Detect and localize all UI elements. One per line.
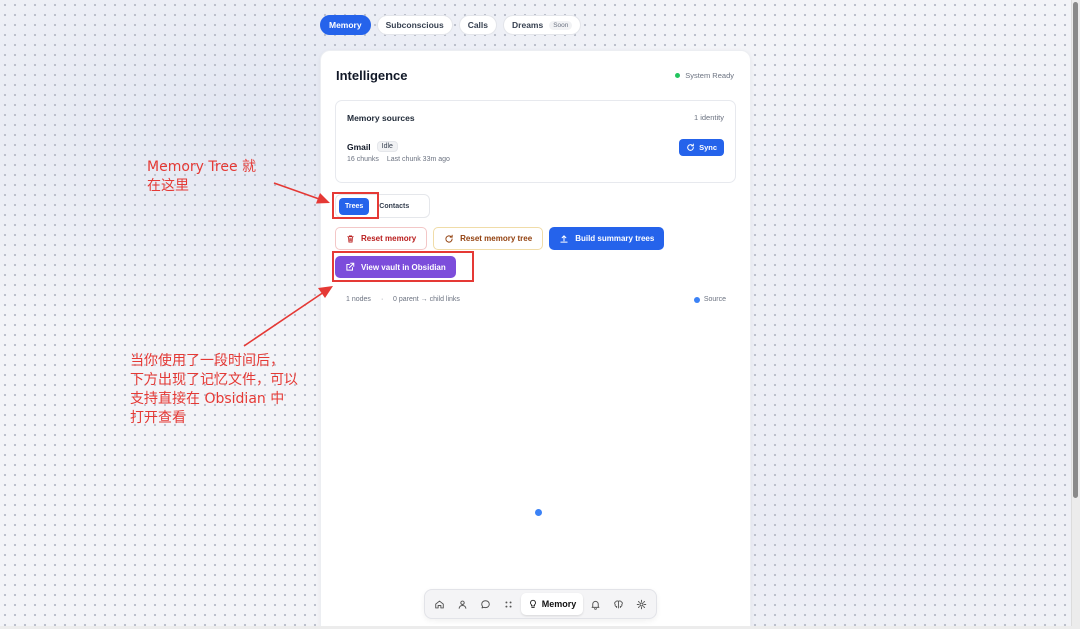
scrollbar-thumb[interactable] xyxy=(1073,2,1078,498)
brain-icon xyxy=(614,600,623,608)
tab-memory[interactable]: Memory xyxy=(320,15,371,35)
memory-sources-panel: Memory sources 1 identity Gmail Idle 16 … xyxy=(335,100,736,183)
bell-icon xyxy=(591,600,600,610)
person-icon xyxy=(458,600,467,609)
last-chunk: Last chunk 33m ago xyxy=(386,156,450,163)
reset-tree-label: Reset memory tree xyxy=(460,234,533,243)
trash-icon xyxy=(347,234,354,243)
page-title: Intelligence xyxy=(336,68,408,83)
subtab-contacts-label: Contacts xyxy=(379,202,410,210)
legend-source-label: Source xyxy=(703,296,726,303)
reset-memory-button[interactable]: Reset memory xyxy=(335,227,428,250)
home-icon xyxy=(435,600,444,608)
status-text: System Ready xyxy=(685,71,734,80)
status-dot-icon xyxy=(675,73,681,78)
bulb-icon xyxy=(529,599,536,608)
sync-button[interactable]: Sync xyxy=(679,139,724,156)
dock-apps[interactable] xyxy=(498,593,519,615)
refresh-icon xyxy=(445,234,453,243)
trees-highlight-box xyxy=(332,192,379,219)
identity-count: 1 identity xyxy=(693,113,724,122)
annotation-obsidian: 当你使用了一段时间后， 下方出现了记忆文件，可以 支持直接在 Obsidian … xyxy=(130,353,298,426)
tab-memory-label: Memory xyxy=(329,20,362,30)
refresh-icon xyxy=(687,143,694,151)
source-gmail: Gmail Idle xyxy=(347,141,398,152)
node-count: 1 nodes xyxy=(346,296,371,303)
memory-actions: Reset memory Reset memory tree Build sum… xyxy=(335,227,665,250)
dock-brain[interactable] xyxy=(608,593,629,615)
intelligence-card: Intelligence System Ready Memory sources… xyxy=(320,50,751,629)
dock-memory[interactable]: Memory xyxy=(521,593,583,615)
dock-home[interactable] xyxy=(429,593,450,615)
tab-subconscious[interactable]: Subconscious xyxy=(376,15,453,35)
reset-memory-label: Reset memory xyxy=(361,234,417,243)
dock-person[interactable] xyxy=(452,593,473,615)
dock-memory-label: Memory xyxy=(541,599,577,609)
system-status: System Ready xyxy=(675,71,734,80)
tab-calls-label: Calls xyxy=(467,20,489,30)
link-count: 0 parent → child links xyxy=(393,296,460,303)
tab-dreams-label: Dreams xyxy=(512,20,544,30)
tab-calls[interactable]: Calls xyxy=(458,15,498,35)
build-trees-label: Build summary trees xyxy=(575,234,655,243)
subtab-contacts[interactable]: Contacts xyxy=(373,198,415,215)
graph-legend: Source xyxy=(693,296,726,303)
top-tabs: Memory Subconscious Calls Dreams Soon xyxy=(320,15,582,35)
sources-heading: Memory sources xyxy=(347,113,415,123)
soon-badge: Soon xyxy=(549,20,573,30)
dock-settings[interactable] xyxy=(631,593,652,615)
apps-icon xyxy=(505,600,512,608)
bottom-dock: Memory xyxy=(424,589,657,619)
vertical-scrollbar[interactable] xyxy=(1071,0,1080,629)
tab-subconscious-label: Subconscious xyxy=(385,20,444,30)
source-name: Gmail xyxy=(347,141,371,152)
dock-notifications[interactable] xyxy=(585,593,606,615)
legend-source-dot xyxy=(693,296,700,303)
chunk-count: 16 chunks xyxy=(347,156,379,163)
reset-memory-tree-button[interactable]: Reset memory tree xyxy=(433,227,544,250)
meta-separator: · xyxy=(381,296,384,303)
source-meta: 16 chunks Last chunk 33m ago xyxy=(347,156,450,163)
source-state-badge: Idle xyxy=(376,141,398,152)
sync-label: Sync xyxy=(699,143,717,152)
upload-icon xyxy=(560,234,568,243)
chat-icon xyxy=(481,599,490,608)
build-summary-trees-button[interactable]: Build summary trees xyxy=(549,227,665,250)
gear-icon xyxy=(636,599,647,609)
tab-dreams[interactable]: Dreams Soon xyxy=(503,15,582,35)
graph-node-source[interactable] xyxy=(535,509,542,516)
annotation-memory-tree: Memory Tree 就 在这里 xyxy=(147,159,257,194)
dock-chat[interactable] xyxy=(475,593,496,615)
obsidian-highlight-box xyxy=(332,251,474,282)
